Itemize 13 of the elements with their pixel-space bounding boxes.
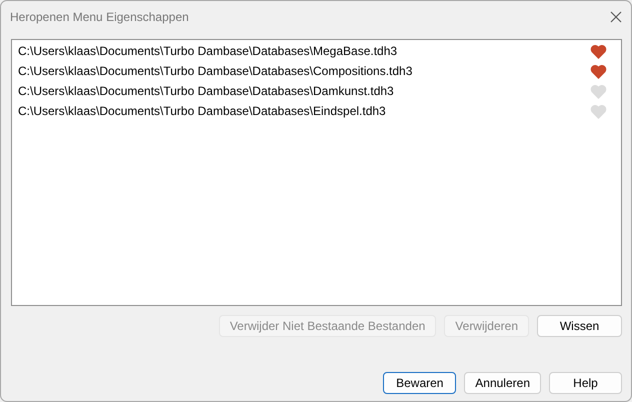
- heart-icon[interactable]: [590, 64, 607, 78]
- dialog-button[interactable]: Help: [549, 372, 622, 394]
- file-path[interactable]: C:\Users\klaas\Documents\Turbo Dambase\Databases\MegaBase.tdh3: [18, 44, 398, 58]
- action-button[interactable]: Wissen: [537, 315, 622, 337]
- close-button[interactable]: [609, 10, 623, 24]
- dialog-button[interactable]: Annuleren: [464, 372, 541, 394]
- close-icon: [609, 10, 623, 24]
- file-path[interactable]: C:\Users\klaas\Documents\Turbo Dambase\Databases\Eindspel.tdh3: [18, 104, 386, 118]
- heart-icon[interactable]: [590, 44, 607, 58]
- file-path[interactable]: C:\Users\klaas\Documents\Turbo Dambase\Databases\Compositions.tdh3: [18, 64, 412, 78]
- dialog-button[interactable]: Bewaren: [383, 372, 456, 394]
- file-path[interactable]: C:\Users\klaas\Documents\Turbo Dambase\Databases\Damkunst.tdh3: [18, 84, 394, 98]
- window-title: Heropenen Menu Eigenschappen: [10, 10, 189, 24]
